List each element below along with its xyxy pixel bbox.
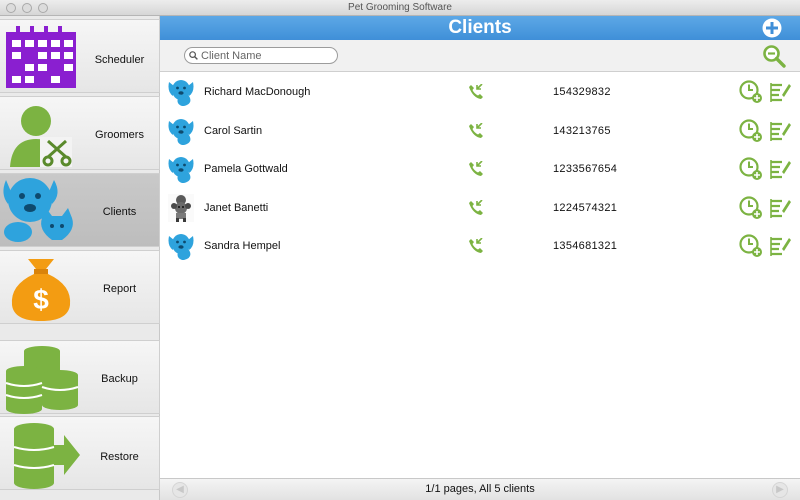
phone-call-icon[interactable] xyxy=(468,199,484,216)
search-button-magnifier-icon[interactable] xyxy=(762,44,786,68)
window-title: Pet Grooming Software xyxy=(348,2,452,13)
edit-notes-icon[interactable] xyxy=(769,158,791,180)
blue-dog-avatar-icon xyxy=(168,118,194,145)
sidebar-item-scheduler[interactable]: Scheduler xyxy=(0,19,160,93)
client-phone: 1224574321 xyxy=(553,201,618,214)
search-icon xyxy=(189,51,198,60)
client-search-input[interactable] xyxy=(184,47,338,64)
edit-notes-icon[interactable] xyxy=(769,120,791,142)
sidebar-item-clients[interactable]: Clients xyxy=(0,173,160,247)
sidebar-item-label: Restore xyxy=(100,451,139,463)
money-bag-icon: $ xyxy=(11,259,71,321)
page-title: Clients xyxy=(448,17,512,38)
client-name: Janet Banetti xyxy=(204,201,269,214)
blue-dog-avatar-icon xyxy=(168,234,194,260)
client-phone: 143213765 xyxy=(553,124,611,137)
phone-call-icon[interactable] xyxy=(468,84,484,100)
sidebar-item-groomers[interactable]: Groomers xyxy=(0,96,160,170)
sidebar-item-backup[interactable]: Backup xyxy=(0,340,160,414)
page-header: Clients xyxy=(160,16,800,40)
sidebar-item-label: Report xyxy=(102,283,137,295)
svg-text:$: $ xyxy=(33,284,49,315)
schedule-appointment-icon[interactable] xyxy=(739,195,763,220)
table-row[interactable]: Janet Banetti 1224574321 xyxy=(162,189,800,228)
sidebar-item-label: Scheduler xyxy=(94,54,145,66)
next-page-button[interactable]: ▶ xyxy=(772,482,788,498)
phone-call-icon[interactable] xyxy=(468,238,484,254)
sidebar-item-label: Groomers xyxy=(95,129,144,141)
phone-call-icon[interactable] xyxy=(468,122,484,139)
client-list: Richard MacDonough 154329832 Carol Sarti… xyxy=(162,73,800,266)
sidebar-item-label: Clients xyxy=(102,206,137,218)
database-restore-icon xyxy=(13,423,80,489)
database-icon xyxy=(5,346,79,414)
groomer-scissors-icon xyxy=(10,106,72,167)
schedule-appointment-icon[interactable] xyxy=(739,118,763,143)
pagination-status: 1/1 pages, All 5 clients xyxy=(425,483,535,495)
pagination-footer: ◀ 1/1 pages, All 5 clients ▶ xyxy=(160,478,800,500)
sidebar: Scheduler Groomers Clients $ Report Back… xyxy=(0,16,160,500)
client-name: Richard MacDonough xyxy=(204,86,311,98)
client-name: Sandra Hempel xyxy=(204,240,281,252)
edit-notes-icon[interactable] xyxy=(769,235,791,257)
table-row[interactable]: Carol Sartin 143213765 xyxy=(162,112,800,151)
client-name: Carol Sartin xyxy=(204,124,263,137)
edit-notes-icon[interactable] xyxy=(769,197,791,219)
add-client-button[interactable] xyxy=(762,18,782,38)
client-phone: 1354681321 xyxy=(553,240,618,252)
phone-call-icon[interactable] xyxy=(468,161,484,177)
table-row[interactable]: Pamela Gottwald 1233567654 xyxy=(162,150,800,189)
dog-cat-icon xyxy=(3,178,73,242)
poodle-photo-avatar xyxy=(168,193,194,222)
search-bar xyxy=(160,40,800,72)
sidebar-item-restore[interactable]: Restore xyxy=(0,416,160,490)
client-phone: 1233567654 xyxy=(553,163,618,175)
client-phone: 154329832 xyxy=(553,86,611,98)
blue-dog-avatar-icon xyxy=(168,80,194,106)
client-name: Pamela Gottwald xyxy=(204,163,288,175)
schedule-appointment-icon[interactable] xyxy=(739,234,763,258)
table-row[interactable]: Richard MacDonough 154329832 xyxy=(162,73,800,112)
edit-notes-icon[interactable] xyxy=(769,81,791,103)
sidebar-item-report[interactable]: $ Report xyxy=(0,250,160,324)
table-row[interactable]: Sandra Hempel 1354681321 xyxy=(162,227,800,266)
schedule-appointment-icon[interactable] xyxy=(739,157,763,181)
schedule-appointment-icon[interactable] xyxy=(739,80,763,104)
calendar-icon xyxy=(6,26,76,88)
sidebar-item-label: Backup xyxy=(101,373,138,385)
window-titlebar: Pet Grooming Software xyxy=(0,0,800,16)
blue-dog-avatar-icon xyxy=(168,157,194,183)
